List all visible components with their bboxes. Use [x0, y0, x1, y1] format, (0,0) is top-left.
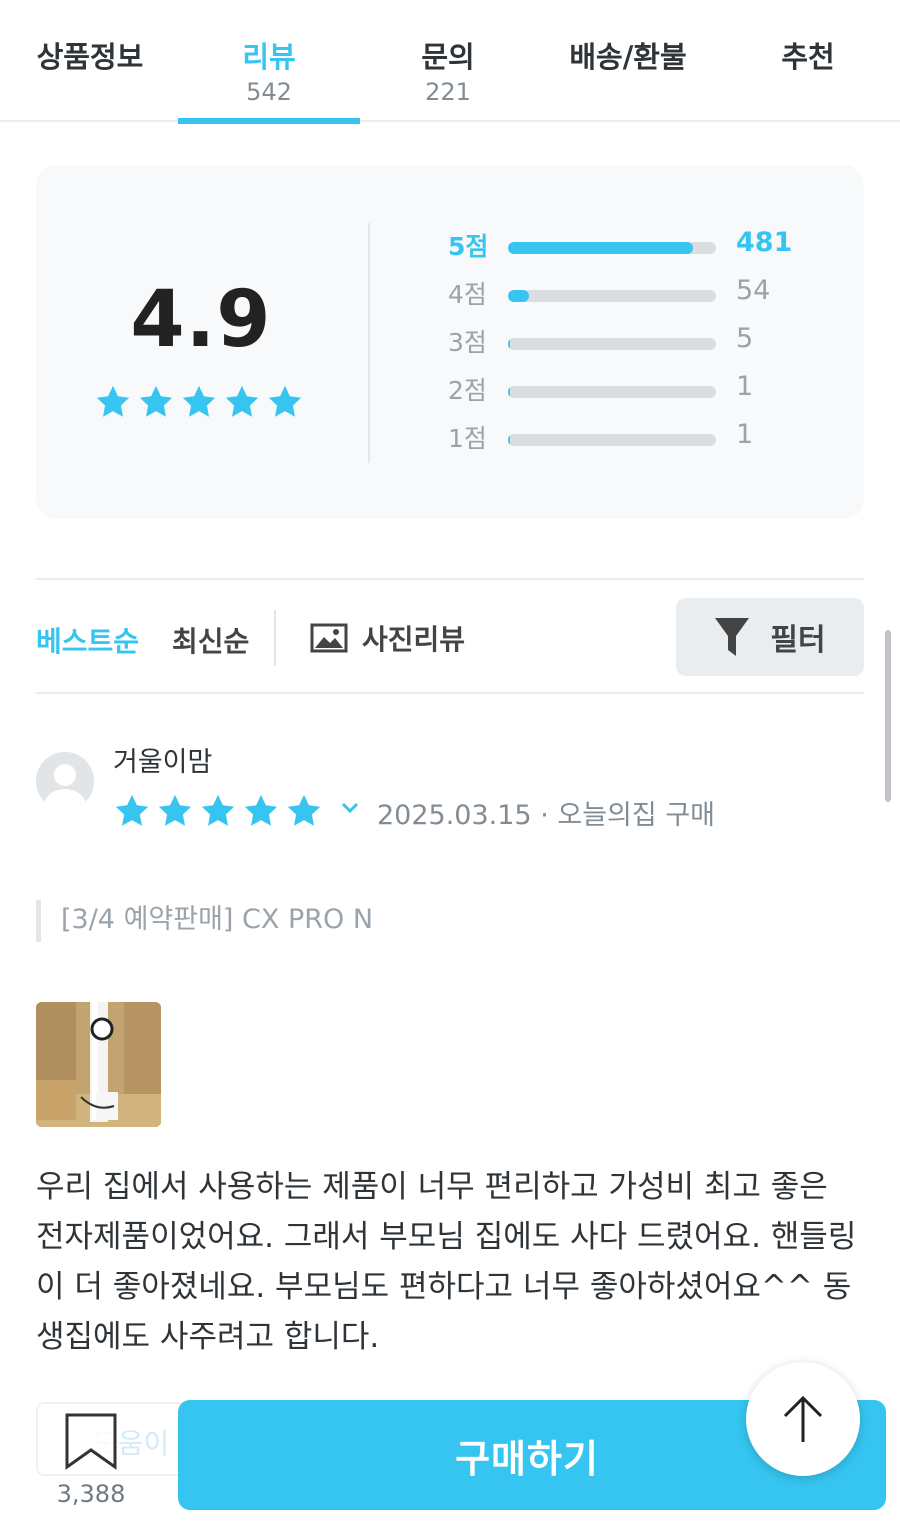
- tab-count: 221: [425, 78, 471, 106]
- sort-latest-button[interactable]: 최신순: [172, 620, 249, 660]
- distribution-count: 1: [736, 371, 754, 402]
- photo-review-toggle[interactable]: 사진리뷰: [310, 618, 465, 658]
- scroll-to-top-button[interactable]: [746, 1362, 860, 1476]
- tab-label: 상품정보: [36, 40, 144, 74]
- average-stars: [94, 383, 304, 421]
- distribution-label: 4점: [448, 280, 487, 309]
- distribution-count: 54: [736, 275, 771, 306]
- star-icon: [223, 383, 261, 421]
- distribution-row-3[interactable]: 3점 5: [448, 323, 808, 363]
- distribution-bar-fill: [508, 386, 511, 398]
- tab-recommendations[interactable]: 추천: [718, 0, 898, 122]
- summary-divider: [368, 223, 370, 463]
- review-date: 2025.03.15: [377, 800, 532, 831]
- scrollbar-thumb[interactable]: [885, 630, 891, 802]
- distribution-row-2[interactable]: 2점 1: [448, 371, 808, 411]
- tab-shipping-refund[interactable]: 배송/환불: [538, 0, 718, 122]
- review-meta: 2025.03.15 · 오늘의집 구매: [377, 793, 715, 832]
- tab-count: 542: [246, 78, 292, 106]
- review-text: 우리 집에서 사용하는 제품이 너무 편리하고 가성비 최고 좋은 전자제품이었…: [36, 1169, 857, 1355]
- image-icon: [310, 623, 348, 653]
- meta-separator: ·: [540, 800, 549, 831]
- rating-summary-card: 4.9 5점 481 4점 54 3점 5 2점 1 1점 1: [36, 165, 864, 519]
- distribution-bar: [508, 386, 716, 398]
- chevron-down-icon[interactable]: [340, 800, 360, 816]
- review-sort-bar: 베스트순 최신순 사진리뷰 필터: [36, 578, 864, 694]
- default-user-icon: [36, 752, 94, 810]
- filter-button[interactable]: 필터: [676, 598, 864, 676]
- arrow-up-icon: [783, 1395, 823, 1442]
- tab-label: 리뷰: [242, 40, 296, 74]
- distribution-bar-fill: [508, 290, 529, 302]
- distribution-label: 2점: [448, 376, 487, 405]
- review-photo: [36, 1002, 161, 1127]
- distribution-count: 5: [736, 323, 754, 354]
- star-icon: [199, 792, 237, 830]
- distribution-bar: [508, 242, 716, 254]
- distribution-bar: [508, 434, 716, 446]
- star-icon: [266, 383, 304, 421]
- distribution-count: 1: [736, 419, 754, 450]
- tab-inquiries[interactable]: 문의 221: [358, 0, 538, 122]
- distribution-label: 5점: [448, 232, 489, 261]
- buy-button-label: 구매하기: [455, 1436, 599, 1481]
- photo-review-label: 사진리뷰: [362, 623, 466, 656]
- distribution-bar: [508, 290, 716, 302]
- review-source: 오늘의집 구매: [557, 800, 715, 831]
- review-photo-thumbnail[interactable]: [36, 1002, 161, 1127]
- star-icon: [180, 383, 218, 421]
- tab-label: 배송/환불: [569, 40, 687, 74]
- active-tab-indicator: [178, 118, 360, 124]
- sort-divider: [274, 610, 276, 666]
- sort-best-button[interactable]: 베스트순: [36, 620, 139, 660]
- distribution-bar-fill: [508, 434, 511, 446]
- review-rating-stars: [113, 792, 328, 830]
- tab-label: 문의: [421, 40, 475, 74]
- bookmark-count: 3,388: [56, 1480, 126, 1508]
- distribution-count: 481: [736, 227, 793, 258]
- distribution-row-1[interactable]: 1점 1: [448, 419, 808, 459]
- average-rating: 4.9: [130, 275, 272, 365]
- distribution-label: 1점: [448, 424, 487, 453]
- distribution-row-4[interactable]: 4점 54: [448, 275, 808, 315]
- distribution-row-5[interactable]: 5점 481: [448, 227, 808, 267]
- review-username[interactable]: 거울이맘: [113, 740, 212, 779]
- distribution-bar: [508, 338, 716, 350]
- avatar[interactable]: [36, 752, 94, 810]
- filter-label: 필터: [770, 623, 826, 658]
- funnel-icon: [715, 618, 750, 656]
- star-icon: [285, 792, 323, 830]
- tab-bar: 상품정보 리뷰 542 문의 221 배송/환불 추천: [0, 0, 900, 124]
- purchased-option: [3/4 예약판매] CX PRO N: [36, 900, 373, 942]
- tab-product-info[interactable]: 상품정보: [0, 0, 180, 122]
- distribution-label: 3점: [448, 328, 487, 357]
- star-icon: [137, 383, 175, 421]
- star-icon: [113, 792, 151, 830]
- tab-label: 추천: [781, 40, 835, 74]
- distribution-bar-fill: [508, 242, 694, 254]
- star-icon: [94, 383, 132, 421]
- star-icon: [242, 792, 280, 830]
- star-icon: [156, 792, 194, 830]
- bookmark-icon[interactable]: [64, 1412, 118, 1470]
- tab-reviews[interactable]: 리뷰 542: [178, 0, 360, 124]
- distribution-bar-fill: [508, 338, 511, 350]
